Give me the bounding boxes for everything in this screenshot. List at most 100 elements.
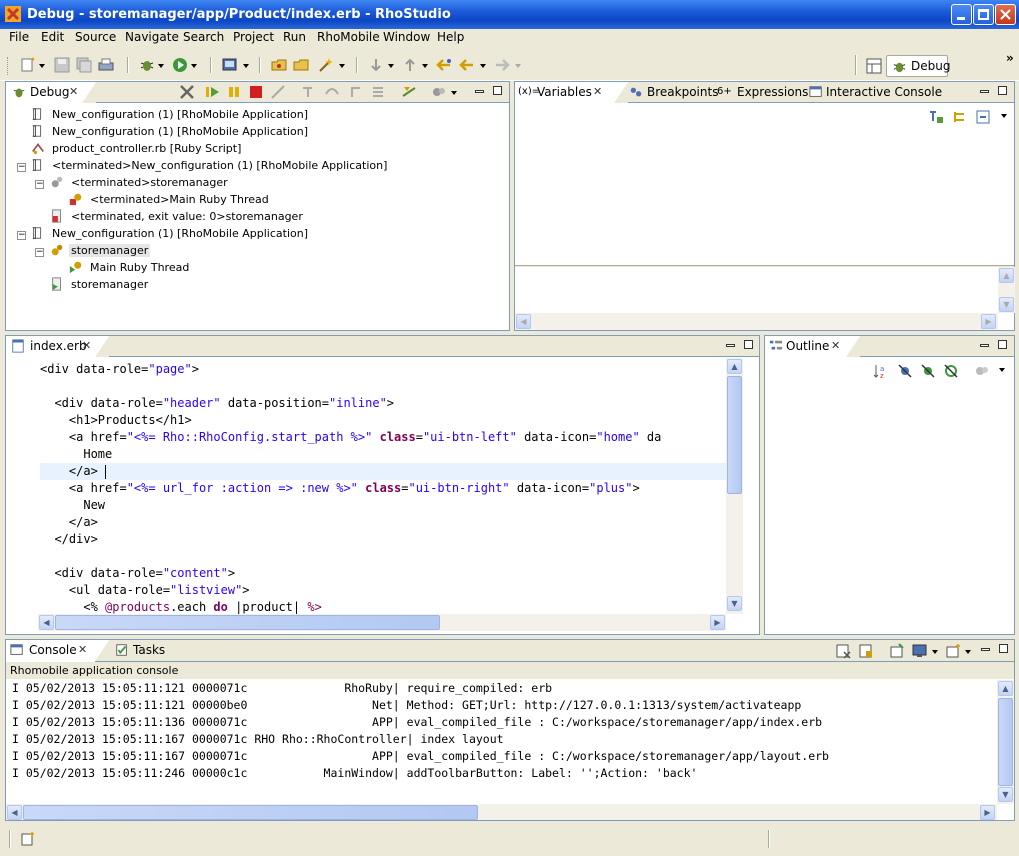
tab-tasks[interactable]: Tasks bbox=[113, 640, 173, 662]
forward-dropdown-arrow[interactable] bbox=[515, 64, 521, 68]
close-tab-icon[interactable]: ✕ bbox=[78, 643, 87, 656]
menu-edit[interactable]: Edit bbox=[41, 30, 64, 44]
menu-run[interactable]: Run bbox=[283, 30, 306, 44]
menu-help[interactable]: Help bbox=[437, 30, 464, 44]
collapse-toggle[interactable]: − bbox=[17, 163, 26, 172]
back-dropdown-arrow[interactable] bbox=[480, 64, 486, 68]
scroll-left-button[interactable]: ◀ bbox=[516, 314, 531, 329]
forward-icon[interactable] bbox=[494, 57, 510, 73]
maximize-view-button[interactable] bbox=[998, 340, 1007, 349]
scroll-up-button[interactable]: ▲ bbox=[727, 359, 742, 374]
scroll-right-button[interactable]: ▶ bbox=[980, 805, 995, 820]
fast-view-icon[interactable] bbox=[20, 831, 36, 847]
pin-console-icon[interactable] bbox=[889, 643, 905, 659]
scroll-lock-icon[interactable] bbox=[858, 643, 874, 659]
menu-project[interactable]: Project bbox=[233, 30, 274, 44]
maximize-view-button[interactable] bbox=[998, 86, 1007, 95]
minimize-view-button[interactable] bbox=[726, 344, 735, 347]
minimize-window-button[interactable] bbox=[951, 4, 972, 25]
open-console-icon[interactable] bbox=[945, 643, 961, 659]
run-dropdown-arrow[interactable] bbox=[191, 64, 197, 68]
console-horizontal-scrollbar[interactable]: ◀ ▶ bbox=[6, 804, 997, 820]
scroll-left-button[interactable]: ◀ bbox=[7, 805, 22, 820]
minimize-view-button[interactable] bbox=[980, 344, 989, 347]
debug-bug-icon[interactable] bbox=[139, 57, 155, 73]
tab-console[interactable]: Console ✕ bbox=[6, 640, 109, 662]
menu-file[interactable]: File bbox=[9, 30, 29, 44]
console-vertical-scrollbar[interactable]: ▲ ▼ bbox=[997, 680, 1014, 804]
scroll-down-button[interactable]: ▼ bbox=[727, 596, 742, 611]
run-icon[interactable] bbox=[172, 57, 188, 73]
new-file-icon[interactable] bbox=[20, 57, 36, 73]
close-tab-icon[interactable]: ✕ bbox=[82, 339, 91, 352]
outline-view-menu-arrow[interactable] bbox=[999, 368, 1005, 372]
step-return-icon[interactable] bbox=[348, 84, 364, 100]
close-window-button[interactable] bbox=[995, 4, 1016, 25]
editor-horizontal-scrollbar[interactable]: ◀ ▶ bbox=[38, 614, 726, 631]
open-type-icon[interactable] bbox=[271, 57, 287, 73]
scroll-thumb[interactable] bbox=[23, 805, 478, 820]
minimize-view-button[interactable] bbox=[980, 90, 989, 93]
remove-terminated-icon[interactable] bbox=[179, 84, 195, 100]
collapse-toggle[interactable]: − bbox=[35, 180, 44, 189]
scroll-up-button[interactable]: ▲ bbox=[999, 268, 1014, 283]
menu-source[interactable]: Source bbox=[75, 30, 116, 44]
show-logical-structure-icon[interactable] bbox=[952, 109, 968, 125]
menu-navigate[interactable]: Navigate bbox=[125, 30, 179, 44]
scroll-thumb[interactable] bbox=[55, 615, 440, 630]
last-edit-location-icon[interactable] bbox=[436, 57, 452, 73]
sort-alphabetically-icon[interactable]: az bbox=[873, 363, 889, 379]
scroll-thumb[interactable] bbox=[727, 376, 742, 494]
step-over-icon[interactable] bbox=[324, 84, 340, 100]
tree-item-process[interactable]: storemanager bbox=[50, 276, 350, 293]
tab-debug[interactable]: Debug ✕ bbox=[6, 82, 96, 103]
tree-item-launch[interactable]: <terminated>New_configuration (1) [RhoMo… bbox=[31, 157, 471, 174]
menu-rhomobile[interactable]: RhoMobile bbox=[317, 30, 380, 44]
close-tab-icon[interactable]: ✕ bbox=[593, 85, 602, 98]
detail-pane-divider[interactable] bbox=[515, 265, 1014, 267]
menu-search[interactable]: Search bbox=[183, 30, 224, 44]
suspend-icon[interactable] bbox=[226, 84, 242, 100]
tab-expressions[interactable]: 6+ Expressions bbox=[717, 82, 808, 103]
scroll-down-button[interactable]: ▼ bbox=[998, 787, 1013, 802]
drop-to-frame-icon[interactable] bbox=[370, 84, 386, 100]
outline-options-icon[interactable] bbox=[974, 363, 990, 379]
scroll-up-button[interactable]: ▲ bbox=[998, 681, 1013, 696]
debug-perspective-button[interactable]: Debug bbox=[886, 55, 950, 77]
console-output[interactable]: I 05/02/2013 15:05:11:121 0000071c RhoRu… bbox=[6, 680, 1014, 820]
prev-annotation-dropdown-arrow[interactable] bbox=[422, 64, 428, 68]
back-icon[interactable] bbox=[459, 57, 475, 73]
display-selected-console-icon[interactable] bbox=[912, 643, 928, 659]
save-all-icon[interactable] bbox=[76, 57, 92, 73]
use-step-filters-icon[interactable] bbox=[401, 84, 417, 100]
minimize-view-button[interactable] bbox=[981, 648, 990, 651]
hide-static-icon[interactable] bbox=[920, 363, 936, 379]
search-wand-icon[interactable] bbox=[318, 57, 334, 73]
hide-nonpublic-icon[interactable] bbox=[943, 363, 959, 379]
maximize-view-button[interactable] bbox=[744, 340, 753, 349]
clear-console-icon[interactable] bbox=[835, 643, 851, 659]
scroll-right-button[interactable]: ▶ bbox=[981, 314, 996, 329]
maximize-view-button[interactable] bbox=[493, 86, 502, 95]
external-tools-dropdown-arrow[interactable] bbox=[243, 64, 249, 68]
debug-view-menu-arrow[interactable] bbox=[451, 91, 457, 95]
chevron-more-icon[interactable]: » bbox=[1006, 51, 1014, 65]
tree-item-launch[interactable]: New_configuration (1) [RhoMobile Applica… bbox=[31, 123, 431, 140]
tree-item-target-selected[interactable]: storemanager bbox=[50, 242, 350, 259]
scroll-right-button[interactable]: ▶ bbox=[710, 615, 725, 630]
tree-item-launch[interactable]: New_configuration (1) [RhoMobile Applica… bbox=[31, 106, 431, 123]
tab-breakpoints[interactable]: Breakpoints bbox=[627, 82, 718, 103]
tree-item-launch[interactable]: New_configuration (1) [RhoMobile Applica… bbox=[31, 225, 431, 242]
resume-icon[interactable] bbox=[205, 84, 221, 100]
debug-dropdown-arrow[interactable] bbox=[158, 64, 164, 68]
tab-outline[interactable]: Outline ✕ bbox=[765, 336, 860, 357]
close-tab-icon[interactable]: ✕ bbox=[69, 85, 78, 98]
open-perspective-icon[interactable] bbox=[866, 58, 882, 74]
collapse-toggle[interactable]: − bbox=[35, 248, 44, 257]
code-editor[interactable]: <div data-role="page"> <div data-role="h… bbox=[7, 358, 758, 633]
tree-item-target[interactable]: <terminated>storemanager bbox=[50, 174, 350, 191]
disconnect-icon[interactable] bbox=[270, 84, 286, 100]
maximize-window-button[interactable] bbox=[973, 4, 994, 25]
tab-variables[interactable]: (x)= Variables ✕ bbox=[515, 82, 628, 103]
scroll-thumb[interactable] bbox=[998, 698, 1013, 786]
